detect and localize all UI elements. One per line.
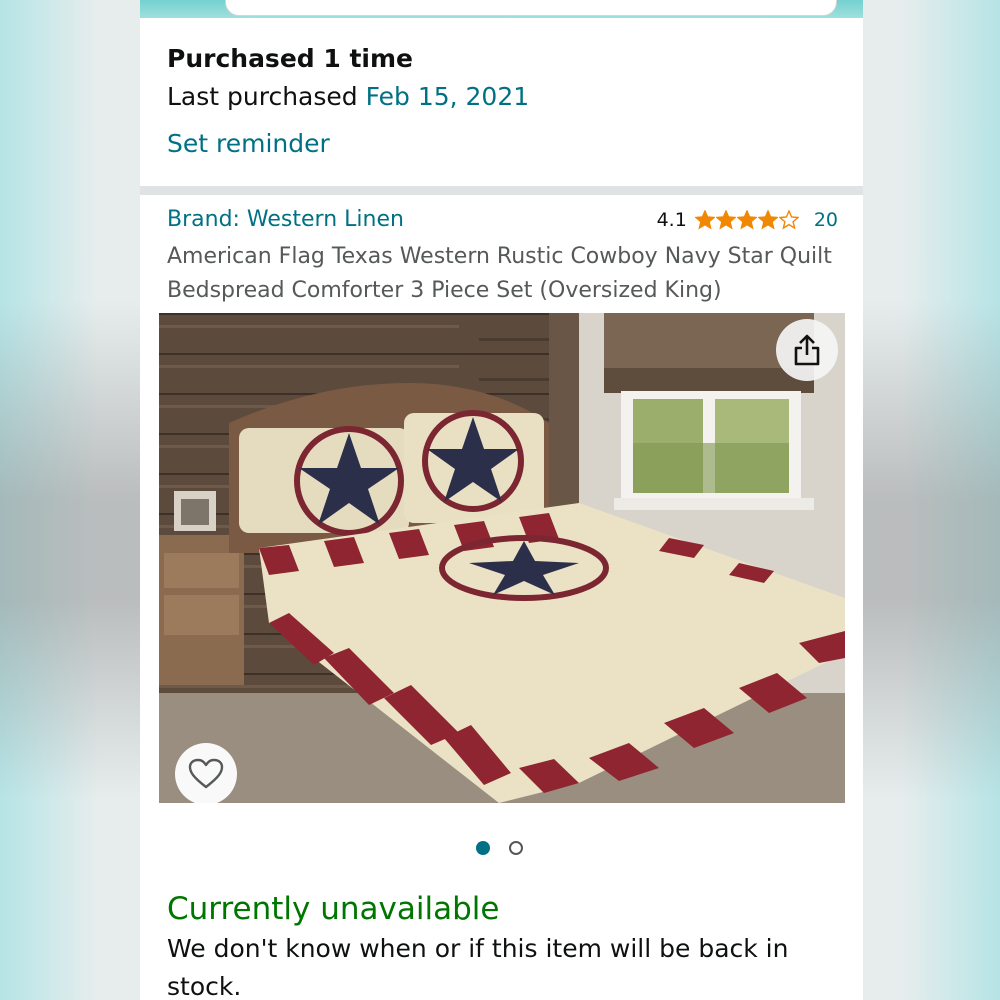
- last-purchased-date-link[interactable]: Feb 15, 2021: [366, 82, 530, 111]
- star-full-icon: [715, 210, 736, 230]
- share-button[interactable]: [776, 319, 838, 381]
- star-empty-icon: [778, 210, 799, 230]
- purchase-count: Purchased 1 time: [167, 44, 413, 73]
- star-full-icon: [736, 210, 757, 230]
- pagination-dot[interactable]: [476, 841, 490, 855]
- heart-icon: [188, 758, 224, 789]
- image-pagination: [476, 841, 542, 855]
- last-purchased: Last purchased Feb 15, 2021: [167, 82, 529, 111]
- set-reminder-link[interactable]: Set reminder: [167, 129, 330, 158]
- last-purchased-label: Last purchased: [167, 82, 358, 111]
- favorite-button[interactable]: [175, 743, 237, 805]
- rating-value: 4.1: [656, 209, 687, 231]
- background-right: [860, 0, 1000, 1000]
- rating-summary[interactable]: 4.1 20: [657, 209, 838, 231]
- star-full-icon: [757, 210, 778, 230]
- top-search-bar-edge[interactable]: [225, 0, 837, 16]
- product-panel: Purchased 1 time Last purchased Feb 15, …: [140, 0, 863, 1000]
- background-left: [0, 0, 140, 1000]
- brand-link[interactable]: Brand: Western Linen: [167, 207, 404, 232]
- availability-status: Currently unavailable: [167, 891, 500, 927]
- availability-message: We don't know when or if this item will …: [167, 934, 789, 1000]
- bedspread-photo: [159, 313, 845, 803]
- review-count-link[interactable]: 20: [814, 209, 838, 231]
- product-title[interactable]: American Flag Texas Western Rustic Cowbo…: [167, 240, 847, 308]
- pagination-dot[interactable]: [509, 841, 523, 855]
- star-full-icon: [694, 210, 715, 230]
- section-divider: [140, 186, 863, 195]
- product-image[interactable]: [159, 313, 845, 803]
- star-rating: [694, 210, 800, 230]
- share-icon: [794, 334, 820, 366]
